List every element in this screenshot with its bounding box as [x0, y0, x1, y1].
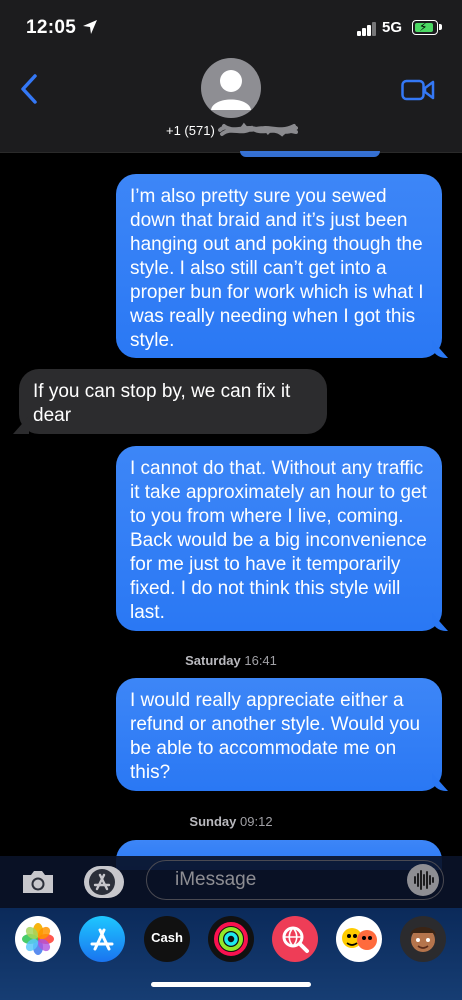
battery-icon: ⚡ — [412, 20, 438, 35]
audio-message-button[interactable] — [407, 864, 439, 896]
message-text: If you can stop by, we can fix it dear — [33, 381, 291, 426]
contact-avatar[interactable] — [201, 58, 261, 118]
message-text: I cannot do that. Without any traffic it… — [130, 458, 427, 623]
person-silhouette-icon — [211, 70, 251, 110]
back-chevron-icon[interactable] — [18, 72, 40, 106]
redaction-scribble — [218, 122, 298, 137]
contact-number[interactable]: +1 (571) — [166, 123, 215, 138]
home-indicator[interactable] — [151, 982, 311, 987]
message-input[interactable]: iMessage — [146, 860, 444, 900]
status-bar: 12:05 5G ⚡ — [0, 0, 462, 52]
message-bubble-received[interactable]: If you can stop by, we can fix it dear — [19, 369, 327, 434]
network-type: 5G — [382, 19, 403, 36]
web-search-icon[interactable] — [272, 916, 318, 962]
activity-icon[interactable] — [208, 916, 254, 962]
waveform-icon — [414, 870, 434, 890]
app-store-icon[interactable] — [79, 916, 125, 962]
message-input-placeholder: iMessage — [175, 869, 257, 890]
cellular-signal-icon — [357, 22, 377, 36]
message-text: I’m also pretty sure you sewed down that… — [130, 186, 424, 351]
memoji-stickers-icon[interactable] — [336, 916, 382, 962]
message-bubble-sent[interactable]: I cannot do that. Without any traffic it… — [116, 446, 442, 631]
location-arrow-icon — [83, 20, 97, 34]
apple-cash-icon[interactable]: Cash — [144, 916, 190, 962]
status-time: 12:05 — [26, 17, 77, 38]
timestamp-sunday: Sunday 09:12 — [189, 814, 273, 829]
message-bubble-sent[interactable]: I would really appreciate either a refun… — [116, 678, 442, 791]
camera-icon[interactable] — [20, 868, 56, 896]
app-store-apps-icon[interactable] — [82, 864, 126, 900]
apple-cash-label: Cash — [151, 930, 183, 945]
conversation-header: +1 (571) — [0, 52, 462, 153]
message-bubble-sent[interactable]: I’m also pretty sure you sewed down that… — [116, 174, 442, 358]
facetime-video-icon[interactable] — [401, 78, 435, 102]
timestamp-saturday: Saturday 16:41 — [185, 653, 277, 668]
message-text: I would really appreciate either a refun… — [130, 690, 421, 783]
photos-app-icon[interactable] — [15, 916, 61, 962]
message-bubble-partial — [240, 151, 380, 157]
compose-bar: iMessage — [0, 856, 462, 908]
memoji-icon[interactable] — [400, 916, 446, 962]
